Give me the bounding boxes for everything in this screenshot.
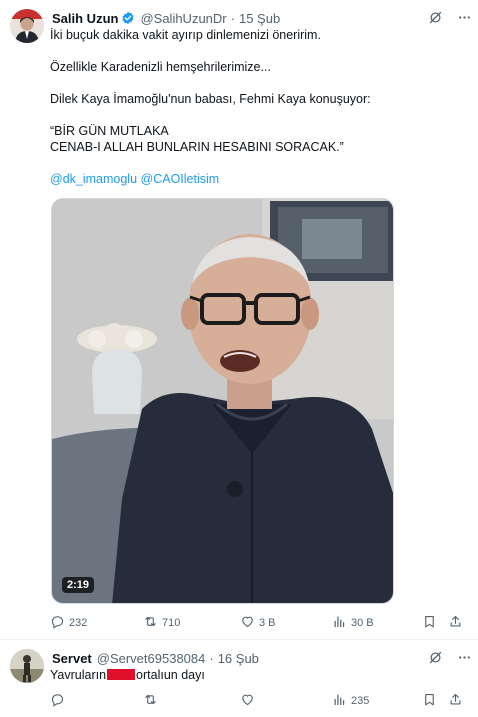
views-icon [332,692,347,710]
author-name[interactable]: Salih Uzun [52,11,118,26]
censor-bar [107,669,136,680]
tweet-line-5: CENAB-I ALLAH BUNLARIN HESABINI SORACAK.… [50,140,344,154]
tweet-line-3: Dilek Kaya İmamoğlu'nun babası, Fehmi Ka… [50,92,371,106]
bookmark-button[interactable] [422,614,437,632]
like-count: 3 B [259,617,276,629]
reply-views-count: 235 [351,695,370,707]
reply-button[interactable]: 232 [50,614,87,632]
tweet-header: Salih Uzun @SalihUzunDr · 15 Şub [52,9,280,27]
reply-text: Yavruların ortalıun dayı [50,667,460,683]
video-player[interactable]: 2:19 [51,198,394,604]
avatar-servet[interactable] [10,649,44,683]
reply-date[interactable]: 16 Şub [218,651,259,666]
tweet-text: İki buçuk dakika vakit ayırıp dinlemeniz… [50,27,460,187]
grok-icon[interactable] [428,10,443,25]
views-button[interactable]: 30 B [332,614,374,632]
reply-icon [50,692,65,710]
separator-dot: · [230,10,235,26]
share-icon [448,614,463,632]
share-button[interactable] [448,614,463,632]
video-thumbnail [52,199,393,603]
reply-repost-button[interactable] [143,692,158,710]
bookmark-icon [422,692,437,710]
tweet-date[interactable]: 15 Şub [239,11,280,26]
repost-icon [143,614,158,632]
views-icon [332,614,347,632]
avatar-salih-uzun[interactable] [10,9,44,43]
views-count: 30 B [351,617,374,629]
tweet-line-2: Özellikle Karadenizli hemşehrilerimize..… [50,60,271,74]
like-icon [240,614,255,632]
tweet-main[interactable]: Salih Uzun @SalihUzunDr · 15 Şub İki buç… [0,0,478,640]
reply-bookmark-button[interactable] [422,692,437,710]
reply-like-button[interactable] [240,692,255,710]
reply-text-before: Yavruların [50,668,107,682]
reply-author-name[interactable]: Servet [52,651,92,666]
tweet-actions: 232 710 3 B 30 B [50,613,470,633]
reply-line: Yavruların ortalıun dayı [50,667,460,683]
tweet-line-1: İki buçuk dakika vakit ayırıp dinlemeniz… [50,28,321,42]
repost-count: 710 [162,617,181,629]
grok-icon[interactable] [428,650,443,665]
mention-dk-imamoglu[interactable]: @dk_imamoglu [50,172,137,186]
bookmark-icon [422,614,437,632]
repost-icon [143,692,158,710]
like-button[interactable]: 3 B [240,614,276,632]
author-handle[interactable]: @SalihUzunDr [140,11,226,26]
reply-icon [50,614,65,632]
like-icon [240,692,255,710]
tweet-mentions: @dk_imamoglu @CAOIletisim [50,171,460,187]
verified-badge-icon [121,11,135,25]
reply-actions: 235 [50,691,470,711]
tweet-top-icons [428,10,472,25]
reply-header: Servet @Servet69538084 · 16 Şub [52,649,259,667]
share-icon [448,692,463,710]
tweet-line-4: “BİR GÜN MUTLAKA [50,124,169,138]
video-duration: 2:19 [62,577,95,593]
mention-caoiletisim[interactable]: @CAOIletisim [141,172,220,186]
reply-count: 232 [69,617,88,629]
reply-top-icons [428,650,472,665]
more-icon[interactable] [457,10,472,25]
reply-share-button[interactable] [448,692,463,710]
reply-text-after: ortalıun dayı [136,668,205,682]
more-icon[interactable] [457,650,472,665]
repost-button[interactable]: 710 [143,614,180,632]
reply-reply-button[interactable] [50,692,65,710]
reply-author-handle[interactable]: @Servet69538084 [97,651,206,666]
reply-views-button[interactable]: 235 [332,692,369,710]
reply-separator-dot: · [209,650,214,666]
